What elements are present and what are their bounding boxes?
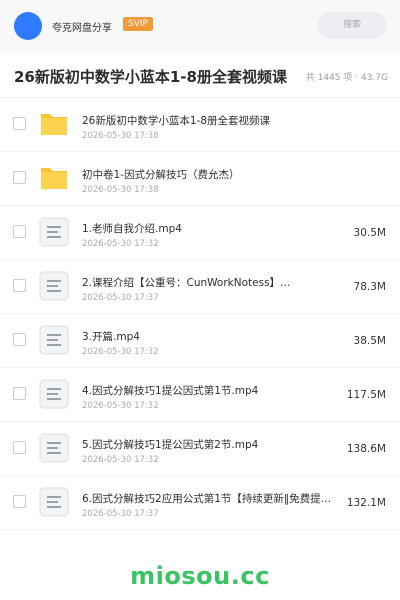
svip-badge: SVIP	[123, 17, 153, 31]
file-size: 38.5M	[353, 335, 386, 347]
folder-icon	[39, 163, 69, 193]
folder-icon	[39, 109, 69, 139]
file-name: 初中卷1-因式分解技巧（费允杰）	[82, 169, 240, 181]
file-icon	[39, 271, 69, 301]
file-row[interactable]: 4.因式分解技巧1提公因式第1节.mp4 2026-05-30 17:32 117.…	[0, 368, 400, 422]
file-date: 2026-05-30 17:32	[82, 455, 159, 465]
select-checkbox[interactable]	[13, 441, 26, 454]
share-title-bar: 26新版初中数学小蓝本1-8册全套视频课 共 1445 项 · 43.7G	[0, 52, 400, 98]
select-checkbox[interactable]	[13, 495, 26, 508]
select-checkbox[interactable]	[13, 117, 26, 130]
file-name: 3.开篇.mp4	[82, 331, 140, 343]
file-row[interactable]: 6.因式分解技巧2应用公式第1节【持续更新‖免费提… 2026-05-30 17:…	[0, 476, 400, 530]
file-size: 78.3M	[353, 281, 386, 293]
select-checkbox[interactable]	[13, 225, 26, 238]
file-row[interactable]: 2.课程介绍【公重号：CunWorkNotess】… 2026-05-30 17:…	[0, 260, 400, 314]
select-checkbox[interactable]	[13, 333, 26, 346]
file-size: 30.5M	[353, 227, 386, 239]
file-icon	[39, 487, 69, 517]
file-date: 2026-05-30 17:37	[82, 509, 159, 519]
file-icon	[39, 433, 69, 463]
page-title: 26新版初中数学小蓝本1-8册全套视频课	[14, 68, 287, 86]
file-row[interactable]: 3.开篇.mp4 2026-05-30 17:32 38.5M	[0, 314, 400, 368]
file-name: 26新版初中数学小蓝本1-8册全套视频课	[82, 115, 271, 127]
file-name: 6.因式分解技巧2应用公式第1节【持续更新‖免费提…	[82, 493, 332, 505]
file-row[interactable]: 5.因式分解技巧1提公因式第2节.mp4 2026-05-30 17:32 138.…	[0, 422, 400, 476]
avatar[interactable]	[14, 12, 42, 40]
file-date: 2026-05-30 17:37	[82, 293, 159, 303]
search-label: 搜索	[342, 20, 361, 30]
search-button[interactable]: 搜索	[317, 12, 387, 39]
top-header: 夸克网盘分享 SVIP 搜索	[0, 0, 400, 52]
select-checkbox[interactable]	[13, 171, 26, 184]
file-row[interactable]: 26新版初中数学小蓝本1-8册全套视频课 2026-05-30 17:38	[0, 98, 400, 152]
share-summary: 共 1445 项 · 43.7G	[305, 73, 388, 83]
file-row[interactable]: 1.老师自我介绍.mp4 2026-05-30 17:32 30.5M	[0, 206, 400, 260]
file-name: 4.因式分解技巧1提公因式第1节.mp4	[82, 385, 259, 397]
share-page: 夸克网盘分享 SVIP 搜索 26新版初中数学小蓝本1-8册全套视频课 共 14…	[0, 0, 400, 600]
brand-name: 夸克网盘分享	[52, 23, 112, 34]
watermark: miosou.cc	[130, 562, 270, 590]
file-name: 1.老师自我介绍.mp4	[82, 223, 182, 235]
file-date: 2026-05-30 17:32	[82, 401, 159, 411]
file-name: 5.因式分解技巧1提公因式第2节.mp4	[82, 439, 259, 451]
file-date: 2026-05-30 17:38	[82, 131, 159, 141]
file-size: 132.1M	[346, 497, 386, 509]
file-date: 2026-05-30 17:38	[82, 185, 159, 195]
file-date: 2026-05-30 17:32	[82, 239, 159, 249]
select-checkbox[interactable]	[13, 279, 26, 292]
select-checkbox[interactable]	[13, 387, 26, 400]
file-size: 138.6M	[346, 443, 386, 455]
file-icon	[39, 379, 69, 409]
file-icon	[39, 217, 69, 247]
file-date: 2026-05-30 17:32	[82, 347, 159, 357]
file-row[interactable]: 初中卷1-因式分解技巧（费允杰） 2026-05-30 17:38	[0, 152, 400, 206]
file-icon	[39, 325, 69, 355]
file-size: 117.5M	[346, 389, 386, 401]
file-name: 2.课程介绍【公重号：CunWorkNotess】…	[82, 277, 291, 289]
file-list: 26新版初中数学小蓝本1-8册全套视频课 2026-05-30 17:38 初中卷1…	[0, 98, 400, 530]
